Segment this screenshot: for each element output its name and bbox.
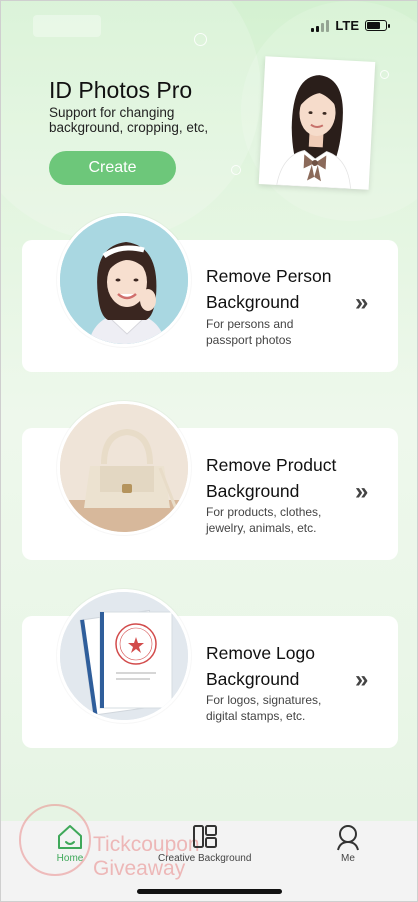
chevron-right-icon[interactable]: »	[355, 666, 369, 694]
product-sample-image	[57, 401, 191, 535]
tab-label: Creative Background	[158, 853, 252, 864]
battery-icon	[365, 20, 390, 31]
card-description: For products, clothes, jewelry, animals,…	[206, 505, 322, 535]
app-screen: LTE ID Photos Pro Support for changing b…	[0, 0, 418, 902]
tab-home[interactable]: Home	[55, 823, 85, 864]
decor-ring	[231, 165, 241, 175]
person-icon	[337, 825, 359, 851]
tab-label: Me	[341, 853, 355, 864]
card-title: Remove Product Background	[206, 455, 337, 501]
chevron-right-icon[interactable]: »	[355, 289, 369, 317]
card-description: For logos, signatures, digital stamps, e…	[206, 693, 322, 723]
app-subtitle: Support for changing background, croppin…	[49, 105, 209, 135]
tab-me[interactable]: Me	[334, 823, 362, 864]
network-label: LTE	[335, 18, 359, 33]
logo-sample-image	[57, 589, 191, 723]
status-time-placeholder	[33, 15, 101, 37]
home-icon	[58, 825, 82, 849]
chevron-right-icon[interactable]: »	[355, 478, 369, 506]
card-title: Remove Person Background	[206, 266, 332, 312]
decor-ring	[380, 70, 389, 79]
home-indicator[interactable]	[137, 889, 282, 894]
signal-icon	[311, 19, 330, 32]
status-bar: LTE	[311, 18, 390, 33]
id-photo-sample	[258, 56, 376, 190]
woman-portrait-image	[276, 75, 352, 190]
tab-label: Home	[56, 853, 84, 864]
tab-creative-background[interactable]: Creative Background	[158, 823, 251, 864]
layout-icon	[192, 825, 217, 848]
app-title: ID Photos Pro	[49, 77, 193, 103]
decor-ring	[194, 33, 207, 46]
person-sample-image	[57, 213, 191, 347]
create-button[interactable]: Create	[49, 151, 176, 185]
card-description: For persons and passport photos	[206, 317, 294, 347]
card-title: Remove Logo Background	[206, 643, 315, 689]
